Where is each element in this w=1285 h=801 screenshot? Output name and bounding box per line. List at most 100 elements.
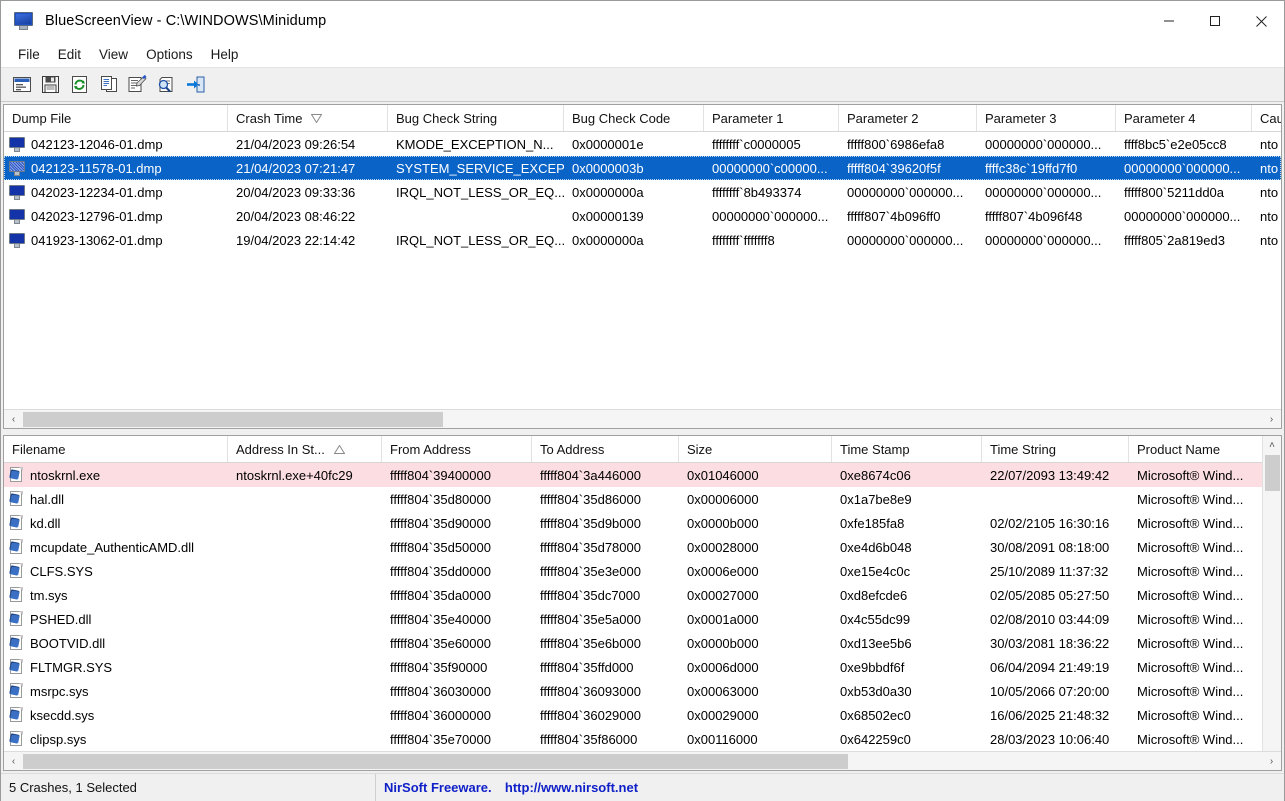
table-row[interactable]: 042023-12234-01.dmp 20/04/2023 09:33:36 IR… [4, 180, 1281, 204]
module-list-header-time-string[interactable]: Time String [982, 436, 1129, 462]
module-list-header-product-name[interactable]: Product Name [1129, 436, 1269, 462]
window-title: BlueScreenView - C:\WINDOWS\Minidump [45, 12, 327, 29]
crash-hscroll-thumb[interactable] [23, 411, 443, 427]
module-cell-time-string: 10/05/2066 07:20:00 [990, 683, 1110, 699]
module-cell-time-string: 02/02/2105 16:30:16 [990, 515, 1110, 531]
table-row[interactable]: 041923-13062-01.dmp 19/04/2023 22:14:42 IR… [4, 228, 1281, 252]
list-item[interactable]: msrpc.sys fffff804`36030000 fffff804`36093… [4, 679, 1281, 703]
module-file-name: tm.sys [30, 587, 68, 603]
module-list-header-filename[interactable]: Filename [4, 436, 228, 462]
list-item[interactable]: hal.dll fffff804`35d80000 fffff804`35d8600… [4, 487, 1281, 511]
refresh-icon[interactable] [66, 71, 93, 98]
module-hscroll-thumb[interactable] [23, 753, 848, 769]
crash-list-header-dump-file[interactable]: Dump File [4, 105, 228, 131]
module-list-header-size[interactable]: Size [679, 436, 832, 462]
module-cell-size: 0x0001a000 [687, 611, 759, 627]
close-button[interactable] [1238, 1, 1284, 41]
crash-list-header-parameter-3[interactable]: Parameter 3 [977, 105, 1116, 131]
module-cell-product-name: Microsoft® Wind... [1137, 659, 1244, 675]
crash-cell-bug-check-string: IRQL_NOT_LESS_OR_EQ... [396, 232, 564, 248]
menu-options[interactable]: Options [137, 44, 202, 65]
copy-icon[interactable] [95, 71, 122, 98]
list-item[interactable]: clipsp.sys fffff804`35e70000 fffff804`35f8… [4, 727, 1281, 751]
list-item[interactable]: kd.dll fffff804`35d90000 fffff804`35d9b000… [4, 511, 1281, 535]
module-cell-product-name: Microsoft® Wind... [1137, 587, 1244, 603]
module-list-header-from-address[interactable]: From Address [382, 436, 532, 462]
status-crash-count: 5 Crashes, 1 Selected [1, 773, 376, 801]
module-vscroll-track[interactable] [1263, 455, 1282, 751]
exit-icon[interactable] [182, 71, 209, 98]
module-list-header-label: Time Stamp [840, 441, 910, 457]
list-item[interactable]: CLFS.SYS fffff804`35dd0000 fffff804`35e3e0… [4, 559, 1281, 583]
maximize-button[interactable] [1192, 1, 1238, 41]
find-icon[interactable] [153, 71, 180, 98]
module-cell-time-stamp: 0xe4d6b048 [840, 539, 912, 555]
module-hscroll-right-arrow[interactable]: › [1262, 752, 1281, 771]
table-row[interactable]: 042023-12796-01.dmp 20/04/2023 08:46:22 0x… [4, 204, 1281, 228]
list-item[interactable]: mcupdate_AuthenticAMD.dll fffff804`35d500… [4, 535, 1281, 559]
crash-list-hscrollbar[interactable]: ‹ › [4, 409, 1281, 428]
list-item[interactable]: FLTMGR.SYS fffff804`35f90000 fffff804`35ff… [4, 655, 1281, 679]
minimize-button[interactable] [1146, 1, 1192, 41]
module-file-name: msrpc.sys [30, 683, 89, 699]
menu-help[interactable]: Help [202, 44, 248, 65]
module-list-header-time-stamp[interactable]: Time Stamp [832, 436, 982, 462]
module-cell-from-address: fffff804`35f90000 [390, 659, 488, 675]
list-item[interactable]: tm.sys fffff804`35da0000 fffff804`35dc7000… [4, 583, 1281, 607]
module-cell-filename: hal.dll [4, 491, 228, 507]
crash-list-header-parameter-4[interactable]: Parameter 4 [1116, 105, 1252, 131]
module-hscroll-left-arrow[interactable]: ‹ [4, 752, 23, 771]
module-cell-to-address: fffff804`36029000 [540, 707, 641, 723]
crash-hscroll-track[interactable] [23, 410, 1262, 429]
crash-list-rows[interactable]: 042123-12046-01.dmp 21/04/2023 09:26:54 KM… [4, 132, 1281, 409]
dump-file-name: 042123-12046-01.dmp [31, 136, 163, 152]
module-list-header-address-in-st[interactable]: Address In St... [228, 436, 382, 462]
nirsoft-link[interactable]: NirSoft Freeware. http://www.nirsoft.net [376, 780, 638, 795]
menu-file[interactable]: File [9, 44, 49, 65]
crash-hscroll-right-arrow[interactable]: › [1262, 410, 1281, 429]
module-file-icon [9, 515, 24, 531]
module-list-pane: Filename Address In St... From Address To A… [3, 435, 1282, 771]
crash-cell-dump-file: 042123-12046-01.dmp [4, 136, 228, 152]
dump-monitor-icon [9, 160, 25, 176]
list-item[interactable]: BOOTVID.dll fffff804`35e60000 fffff804`35e… [4, 631, 1281, 655]
crash-cell-crash-time: 21/04/2023 07:21:47 [236, 160, 356, 176]
module-cell-filename: ksecdd.sys [4, 707, 228, 723]
crash-cell-dump-file: 042123-11578-01.dmp [4, 160, 228, 176]
crash-list-header-crash-time[interactable]: Crash Time [228, 105, 388, 131]
module-cell-size: 0x0000b000 [687, 515, 759, 531]
module-cell-size: 0x00116000 [687, 731, 758, 747]
module-file-name: ksecdd.sys [30, 707, 95, 723]
module-vscroll-up-arrow[interactable]: ˄ [1263, 436, 1282, 455]
module-list-hscrollbar[interactable]: ‹ › [4, 751, 1281, 770]
menu-view[interactable]: View [90, 44, 137, 65]
list-item[interactable]: ksecdd.sys fffff804`36000000 fffff804`3602… [4, 703, 1281, 727]
module-list-header-to-address[interactable]: To Address [532, 436, 679, 462]
list-item[interactable]: PSHED.dll fffff804`35e40000 fffff804`35e5a… [4, 607, 1281, 631]
module-list-rows[interactable]: ntoskrnl.exe ntoskrnl.exe+40fc29 fffff804`… [4, 463, 1281, 751]
crash-list-header-parameter-2[interactable]: Parameter 2 [839, 105, 977, 131]
crash-cell-bug-check-string: IRQL_NOT_LESS_OR_EQ... [396, 184, 564, 200]
crash-hscroll-left-arrow[interactable]: ‹ [4, 410, 23, 429]
module-cell-filename: ntoskrnl.exe [4, 467, 228, 483]
crash-list-header-bug-check-string[interactable]: Bug Check String [388, 105, 564, 131]
module-cell-size: 0x00029000 [687, 707, 759, 723]
table-row[interactable]: 042123-11578-01.dmp 21/04/2023 07:21:47 SY… [4, 156, 1281, 180]
module-cell-filename: kd.dll [4, 515, 228, 531]
properties-window-icon[interactable] [8, 71, 35, 98]
crash-cell-parameter-4: fffff805`2a819ed3 [1124, 232, 1225, 248]
crash-list-header-bug-check-code[interactable]: Bug Check Code [564, 105, 704, 131]
menu-edit[interactable]: Edit [49, 44, 90, 65]
html-report-icon[interactable] [124, 71, 151, 98]
module-hscroll-track[interactable] [23, 752, 1262, 771]
save-icon[interactable] [37, 71, 64, 98]
module-cell-time-string: 06/04/2094 21:49:19 [990, 659, 1110, 675]
table-row[interactable]: 042123-12046-01.dmp 21/04/2023 09:26:54 KM… [4, 132, 1281, 156]
module-vscroll-thumb[interactable] [1264, 455, 1280, 491]
list-item[interactable]: ntoskrnl.exe ntoskrnl.exe+40fc29 fffff804`… [4, 463, 1281, 487]
module-list-vscrollbar[interactable]: ˄ ˅ [1262, 436, 1281, 770]
crash-list-header-label: Parameter 2 [847, 110, 919, 126]
crash-list-header-parameter-1[interactable]: Parameter 1 [704, 105, 839, 131]
crash-list-header-cau[interactable]: Cau [1252, 105, 1281, 131]
module-cell-time-string: 02/05/2085 05:27:50 [990, 587, 1110, 603]
